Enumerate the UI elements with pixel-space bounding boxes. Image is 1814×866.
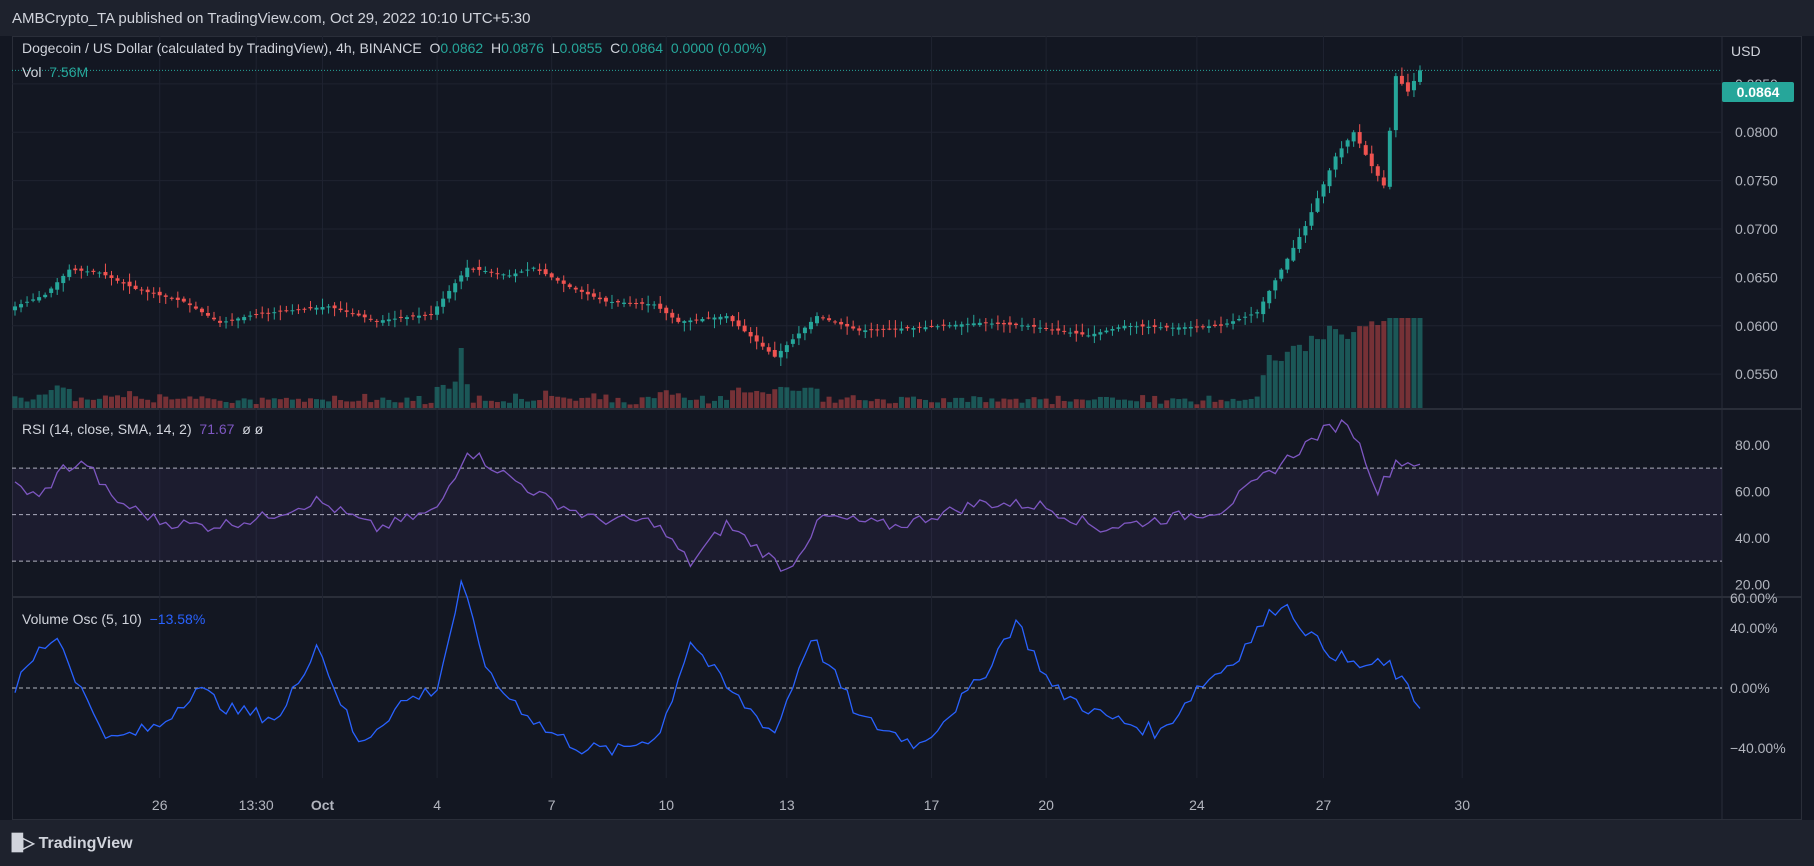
close-value: 0.0864	[620, 40, 664, 56]
tv-logo-icon: ▉▷	[12, 835, 35, 852]
change-value: 0.0000 (0.00%)	[670, 40, 767, 56]
main-legend: Dogecoin / US Dollar (calculated by Trad…	[22, 40, 767, 56]
volume-osc-label[interactable]: Volume Osc (5, 10)	[22, 611, 142, 627]
brand-text: TradingView	[38, 835, 133, 852]
chart-panel[interactable]	[12, 36, 1802, 820]
open-value: 0.0862	[440, 40, 484, 56]
current-price-tag: 0.0864	[1722, 82, 1794, 102]
volume-osc-legend: Volume Osc (5, 10) −13.58%	[22, 611, 205, 627]
volume-legend: Vol 7.56M	[22, 64, 88, 80]
rsi-legend: RSI (14, close, SMA, 14, 2) 71.67 ø ø	[22, 421, 263, 437]
low-label: L	[551, 40, 560, 56]
low-value: 0.0855	[559, 40, 603, 56]
footer: ▉▷ TradingView	[0, 820, 1814, 866]
volume-value: 7.56M	[49, 64, 89, 80]
currency-label: USD	[1731, 43, 1761, 59]
tradingview-brand[interactable]: ▉▷ TradingView	[12, 833, 133, 853]
close-label: C	[610, 40, 621, 56]
high-label: H	[490, 40, 502, 56]
rsi-label[interactable]: RSI (14, close, SMA, 14, 2)	[22, 421, 192, 437]
publish-header: AMBCrypto_TA published on TradingView.co…	[0, 0, 1814, 36]
symbol-title[interactable]: Dogecoin / US Dollar (calculated by Trad…	[22, 40, 422, 56]
volume-osc-value: −13.58%	[149, 611, 206, 627]
rsi-value: 71.67	[199, 421, 235, 437]
publish-info: AMBCrypto_TA published on TradingView.co…	[12, 10, 531, 27]
volume-label[interactable]: Vol	[22, 64, 41, 80]
high-value: 0.0876	[501, 40, 544, 56]
rsi-extra: ø ø	[242, 421, 264, 437]
open-label: O	[429, 40, 441, 56]
